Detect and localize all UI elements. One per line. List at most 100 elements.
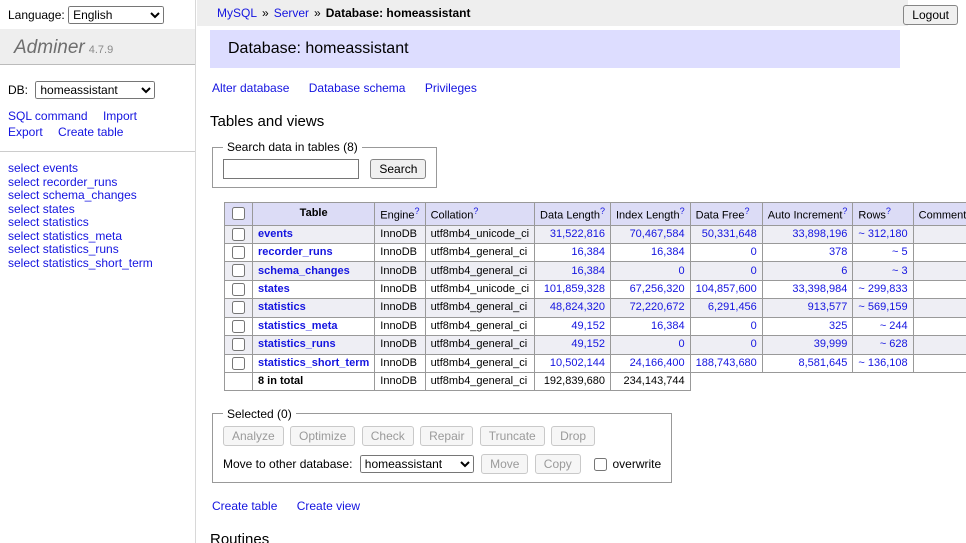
index-length-link[interactable]: 0 <box>679 265 685 277</box>
index-length-link[interactable]: 16,384 <box>651 320 685 332</box>
data-length-link[interactable]: 48,824,320 <box>550 301 605 313</box>
index-length-link[interactable]: 24,166,400 <box>630 357 685 369</box>
select-link[interactable]: select <box>8 188 39 202</box>
rows-count-link[interactable]: ~ 569,159 <box>858 301 907 313</box>
table-name-link[interactable]: events <box>258 228 293 240</box>
help-link[interactable]: ? <box>473 206 478 216</box>
row-checkbox[interactable] <box>232 283 245 296</box>
rows-count-link[interactable]: ~ 244 <box>880 320 908 332</box>
data-free-link[interactable]: 0 <box>751 338 757 350</box>
table-link[interactable]: statistics_short_term <box>43 256 153 270</box>
logout-button[interactable]: Logout <box>903 5 958 25</box>
rows-count-link[interactable]: ~ 3 <box>892 265 908 277</box>
help-link[interactable]: ? <box>415 206 420 216</box>
create-view-link[interactable]: Create view <box>297 499 360 513</box>
help-link[interactable]: ? <box>745 206 750 216</box>
copy-button[interactable]: Copy <box>535 454 581 474</box>
data-length-link[interactable]: 10,502,144 <box>550 357 605 369</box>
db-select[interactable]: homeassistant <box>35 81 155 99</box>
auto-increment-link[interactable]: 378 <box>829 246 847 258</box>
help-link[interactable]: ? <box>680 206 685 216</box>
export-link[interactable]: Export <box>8 125 43 139</box>
analyze-button[interactable]: Analyze <box>223 426 284 446</box>
table-name-link[interactable]: recorder_runs <box>258 246 333 258</box>
privileges-link[interactable]: Privileges <box>425 81 477 95</box>
language-select[interactable]: English <box>68 6 164 24</box>
table-name-link[interactable]: statistics_runs <box>258 338 336 350</box>
search-button[interactable]: Search <box>370 159 426 179</box>
index-length-link[interactable]: 16,384 <box>651 246 685 258</box>
breadcrumb-server-link[interactable]: Server <box>274 6 309 20</box>
select-link[interactable]: select <box>8 215 39 229</box>
adminer-logo-link[interactable]: Adminer <box>14 37 85 58</box>
select-link[interactable]: select <box>8 175 39 189</box>
data-length-link[interactable]: 101,859,328 <box>544 283 605 295</box>
table-name-link[interactable]: statistics_meta <box>258 320 338 332</box>
create-table-sidebar-link[interactable]: Create table <box>58 125 123 139</box>
table-name-link[interactable]: statistics <box>258 301 306 313</box>
table-link[interactable]: statistics <box>43 215 89 229</box>
data-free-link[interactable]: 6,291,456 <box>708 301 757 313</box>
table-link[interactable]: states <box>43 202 75 216</box>
move-button[interactable]: Move <box>481 454 528 474</box>
rows-count-link[interactable]: ~ 628 <box>880 338 908 350</box>
auto-increment-link[interactable]: 6 <box>841 265 847 277</box>
auto-increment-link[interactable]: 39,999 <box>814 338 848 350</box>
sql-command-link[interactable]: SQL command <box>8 109 88 123</box>
repair-button[interactable]: Repair <box>420 426 473 446</box>
index-length-link[interactable]: 0 <box>679 338 685 350</box>
select-all-checkbox[interactable] <box>232 207 245 220</box>
truncate-button[interactable]: Truncate <box>480 426 545 446</box>
data-free-link[interactable]: 104,857,600 <box>696 283 757 295</box>
table-name-link[interactable]: schema_changes <box>258 265 350 277</box>
drop-button[interactable]: Drop <box>551 426 595 446</box>
data-length-link[interactable]: 16,384 <box>571 265 605 277</box>
help-link[interactable]: ? <box>600 206 605 216</box>
table-link[interactable]: schema_changes <box>43 188 137 202</box>
row-checkbox[interactable] <box>232 301 245 314</box>
index-length-link[interactable]: 72,220,672 <box>630 301 685 313</box>
row-checkbox[interactable] <box>232 264 245 277</box>
table-name-link[interactable]: statistics_short_term <box>258 357 369 369</box>
table-link[interactable]: events <box>43 161 78 175</box>
select-link[interactable]: select <box>8 202 39 216</box>
optimize-button[interactable]: Optimize <box>290 426 355 446</box>
create-table-link[interactable]: Create table <box>212 499 277 513</box>
table-link[interactable]: recorder_runs <box>43 175 118 189</box>
auto-increment-link[interactable]: 33,898,196 <box>792 228 847 240</box>
search-input[interactable] <box>223 159 359 179</box>
data-free-link[interactable]: 0 <box>751 265 757 277</box>
overwrite-checkbox[interactable] <box>594 458 607 471</box>
auto-increment-link[interactable]: 325 <box>829 320 847 332</box>
row-checkbox[interactable] <box>232 246 245 259</box>
import-link[interactable]: Import <box>103 109 137 123</box>
data-free-link[interactable]: 50,331,648 <box>702 228 757 240</box>
check-button[interactable]: Check <box>362 426 414 446</box>
row-checkbox[interactable] <box>232 338 245 351</box>
data-free-link[interactable]: 188,743,680 <box>696 357 757 369</box>
data-free-link[interactable]: 0 <box>751 246 757 258</box>
data-length-link[interactable]: 49,152 <box>571 338 605 350</box>
help-link[interactable]: ? <box>842 206 847 216</box>
select-link[interactable]: select <box>8 256 39 270</box>
row-checkbox[interactable] <box>232 320 245 333</box>
breadcrumb-mysql-link[interactable]: MySQL <box>217 6 257 20</box>
table-link[interactable]: statistics_meta <box>43 229 122 243</box>
select-link[interactable]: select <box>8 242 39 256</box>
rows-count-link[interactable]: ~ 136,108 <box>858 357 907 369</box>
move-database-select[interactable]: homeassistant <box>360 455 474 473</box>
data-length-link[interactable]: 49,152 <box>571 320 605 332</box>
select-link[interactable]: select <box>8 229 39 243</box>
help-link[interactable]: ? <box>886 206 891 216</box>
select-link[interactable]: select <box>8 161 39 175</box>
index-length-link[interactable]: 70,467,584 <box>630 228 685 240</box>
index-length-link[interactable]: 67,256,320 <box>630 283 685 295</box>
data-length-link[interactable]: 31,522,816 <box>550 228 605 240</box>
rows-count-link[interactable]: ~ 5 <box>892 246 908 258</box>
database-schema-link[interactable]: Database schema <box>309 81 406 95</box>
table-name-link[interactable]: states <box>258 283 290 295</box>
alter-database-link[interactable]: Alter database <box>212 81 289 95</box>
table-link[interactable]: statistics_runs <box>43 242 119 256</box>
rows-count-link[interactable]: ~ 312,180 <box>858 228 907 240</box>
auto-increment-link[interactable]: 913,577 <box>808 301 848 313</box>
